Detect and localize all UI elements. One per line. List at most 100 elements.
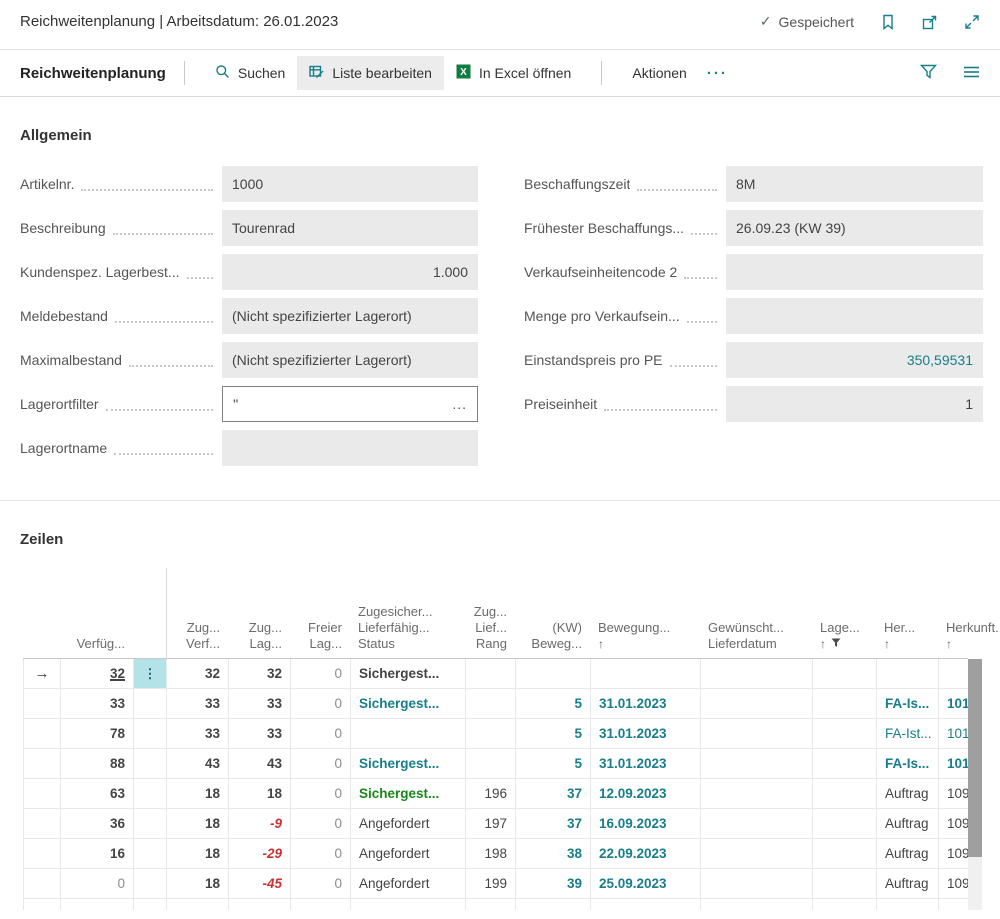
cell-bewegung[interactable]: 12.09.2023 (591, 779, 701, 808)
cell-verfuegbar[interactable]: 78 (61, 719, 134, 748)
cell-status[interactable]: Sichergest... (351, 749, 466, 778)
column-header-bewegung[interactable]: Bewegung... ↑ (590, 568, 700, 658)
cell-status[interactable]: Sichergest... (351, 689, 466, 718)
cell-freier-lag[interactable]: 0 (291, 779, 351, 808)
cell-zug-verf[interactable]: 18 (167, 869, 229, 898)
cell-kw-beweg[interactable]: 37 (516, 779, 591, 808)
cell-zug-verf[interactable]: 18 (167, 839, 229, 868)
cell-kw-beweg[interactable]: 5 (516, 689, 591, 718)
cell-herkunft[interactable]: 109 (939, 839, 969, 868)
cell-zug-verf[interactable]: 18 (167, 779, 229, 808)
cell-kw-beweg[interactable]: 5 (516, 719, 591, 748)
cell-her[interactable]: Auftrag (877, 809, 939, 838)
search-button[interactable]: Suchen (203, 56, 297, 90)
column-header-kw-beweg[interactable]: (KW) Beweg... (515, 568, 590, 658)
cell-verfuegbar[interactable]: 33 (61, 689, 134, 718)
row-menu-cell (134, 869, 167, 898)
cell-zug-verf[interactable]: 33 (167, 689, 229, 718)
cell-verfuegbar[interactable]: 63 (61, 779, 134, 808)
cell-bewegung[interactable]: 31.01.2023 (591, 719, 701, 748)
expand-icon[interactable] (964, 14, 980, 30)
list-icon[interactable] (963, 65, 980, 82)
table-scrollbar-thumb[interactable] (968, 659, 982, 857)
cell-freier-lag[interactable]: 0 (291, 659, 351, 688)
cell-her[interactable]: Auftrag (877, 839, 939, 868)
column-header-status[interactable]: Zugesicher... Lieferfähig... Status (350, 568, 465, 658)
cell-bewegung[interactable]: 25.09.2023 (591, 869, 701, 898)
cell-rang[interactable]: 198 (466, 839, 516, 868)
field-value-einstandspreis-pro-pe[interactable]: 350,59531 (726, 342, 983, 378)
cell-verfuegbar[interactable]: 36 (61, 809, 134, 838)
cell-herkunft[interactable]: 101 (939, 719, 969, 748)
cell-rang[interactable]: 197 (466, 809, 516, 838)
cell-zug-lag[interactable]: -29 (229, 839, 291, 868)
cell-kw-beweg[interactable]: 38 (516, 839, 591, 868)
field-value-lagerortfilter[interactable]: ''... (222, 386, 478, 422)
column-header-gewuenscht-lieferdatum[interactable]: Gewünscht... Lieferdatum (700, 568, 812, 658)
cell-herkunft[interactable]: 109 (939, 779, 969, 808)
cell-her[interactable]: Auftrag (877, 779, 939, 808)
cell-zug-lag[interactable]: 32 (229, 659, 291, 688)
cell-freier-lag[interactable]: 0 (291, 839, 351, 868)
column-header-herkunft[interactable]: Herkunft... ↑ (938, 568, 1000, 658)
cell-zug-lag[interactable]: -45 (229, 869, 291, 898)
cell-freier-lag[interactable]: 0 (291, 719, 351, 748)
column-header-freier-lag[interactable]: Freier Lag... (290, 568, 350, 658)
cell-verfuegbar[interactable]: 88 (61, 749, 134, 778)
bookmark-icon[interactable] (880, 14, 896, 30)
cell-her[interactable]: FA-Is... (877, 749, 939, 778)
cell-status[interactable]: Sichergest... (351, 779, 466, 808)
cell-status[interactable]: Angefordert (351, 839, 466, 868)
cell-herkunft[interactable]: 109 (939, 869, 969, 898)
column-header-her[interactable]: Her... ↑ (876, 568, 938, 658)
cell-freier-lag[interactable]: 0 (291, 809, 351, 838)
column-header-verfuegbar[interactable]: Verfüg... (60, 568, 133, 658)
cell-kw-beweg[interactable]: 5 (516, 749, 591, 778)
cell-freier-lag[interactable]: 0 (291, 869, 351, 898)
cell-bewegung[interactable]: 22.09.2023 (591, 839, 701, 868)
column-header-rang[interactable]: Zug... Lief... Rang (465, 568, 515, 658)
cell-freier-lag[interactable]: 0 (291, 689, 351, 718)
cell-freier-lag[interactable]: 0 (291, 749, 351, 778)
cell-bewegung[interactable]: 16.09.2023 (591, 809, 701, 838)
column-header-zug-lag[interactable]: Zug... Lag... (228, 568, 290, 658)
cell-her[interactable]: FA-Is... (877, 689, 939, 718)
cell-herkunft[interactable]: 101 (939, 749, 969, 778)
cell-zug-lag[interactable]: 33 (229, 689, 291, 718)
cell-verfuegbar[interactable]: 16 (61, 839, 134, 868)
assist-edit-button[interactable]: ... (444, 387, 467, 421)
cell-zug-lag[interactable]: -9 (229, 809, 291, 838)
cell-herkunft[interactable]: 109 (939, 809, 969, 838)
cell-kw-beweg[interactable]: 37 (516, 809, 591, 838)
cell-rang[interactable]: 196 (466, 779, 516, 808)
cell-zug-verf[interactable]: 33 (167, 719, 229, 748)
open-in-excel-button[interactable]: X In Excel öffnen (444, 56, 583, 90)
open-window-icon[interactable] (922, 14, 938, 30)
filter-icon[interactable] (919, 64, 938, 83)
cell-bewegung[interactable]: 31.01.2023 (591, 689, 701, 718)
cell-zug-lag[interactable]: 18 (229, 779, 291, 808)
row-menu-cell[interactable]: ⋮ (134, 659, 167, 688)
cell-her[interactable]: FA-Ist... (877, 719, 939, 748)
cell-verfuegbar[interactable]: 32 (61, 659, 134, 688)
cell-herkunft[interactable]: 101 (939, 689, 969, 718)
cell-bewegung[interactable]: 31.01.2023 (591, 749, 701, 778)
cell-zug-verf[interactable]: 18 (167, 809, 229, 838)
cell-status[interactable]: Angefordert (351, 869, 466, 898)
cell-kw-beweg[interactable]: 39 (516, 869, 591, 898)
cell-status[interactable]: Angefordert (351, 809, 466, 838)
table-scrollbar[interactable] (968, 659, 982, 910)
edit-list-button[interactable]: Liste bearbeiten (297, 56, 444, 90)
cell-verfuegbar[interactable]: 0 (61, 869, 134, 898)
cell-zug-verf[interactable]: 43 (167, 749, 229, 778)
cell-zug-lag[interactable]: 43 (229, 749, 291, 778)
cell-status[interactable]: Sichergest... (351, 659, 466, 688)
cell-her[interactable]: Auftrag (877, 869, 939, 898)
cell-zug-lag[interactable]: 33 (229, 719, 291, 748)
more-options-button[interactable]: ··· (699, 59, 736, 88)
actions-menu-button[interactable]: Aktionen (620, 57, 698, 89)
cell-zug-verf[interactable]: 32 (167, 659, 229, 688)
column-header-lage[interactable]: Lage... ↑ (812, 568, 876, 658)
cell-rang[interactable]: 199 (466, 869, 516, 898)
column-header-zug-verf[interactable]: Zug... Verf... (166, 568, 228, 658)
